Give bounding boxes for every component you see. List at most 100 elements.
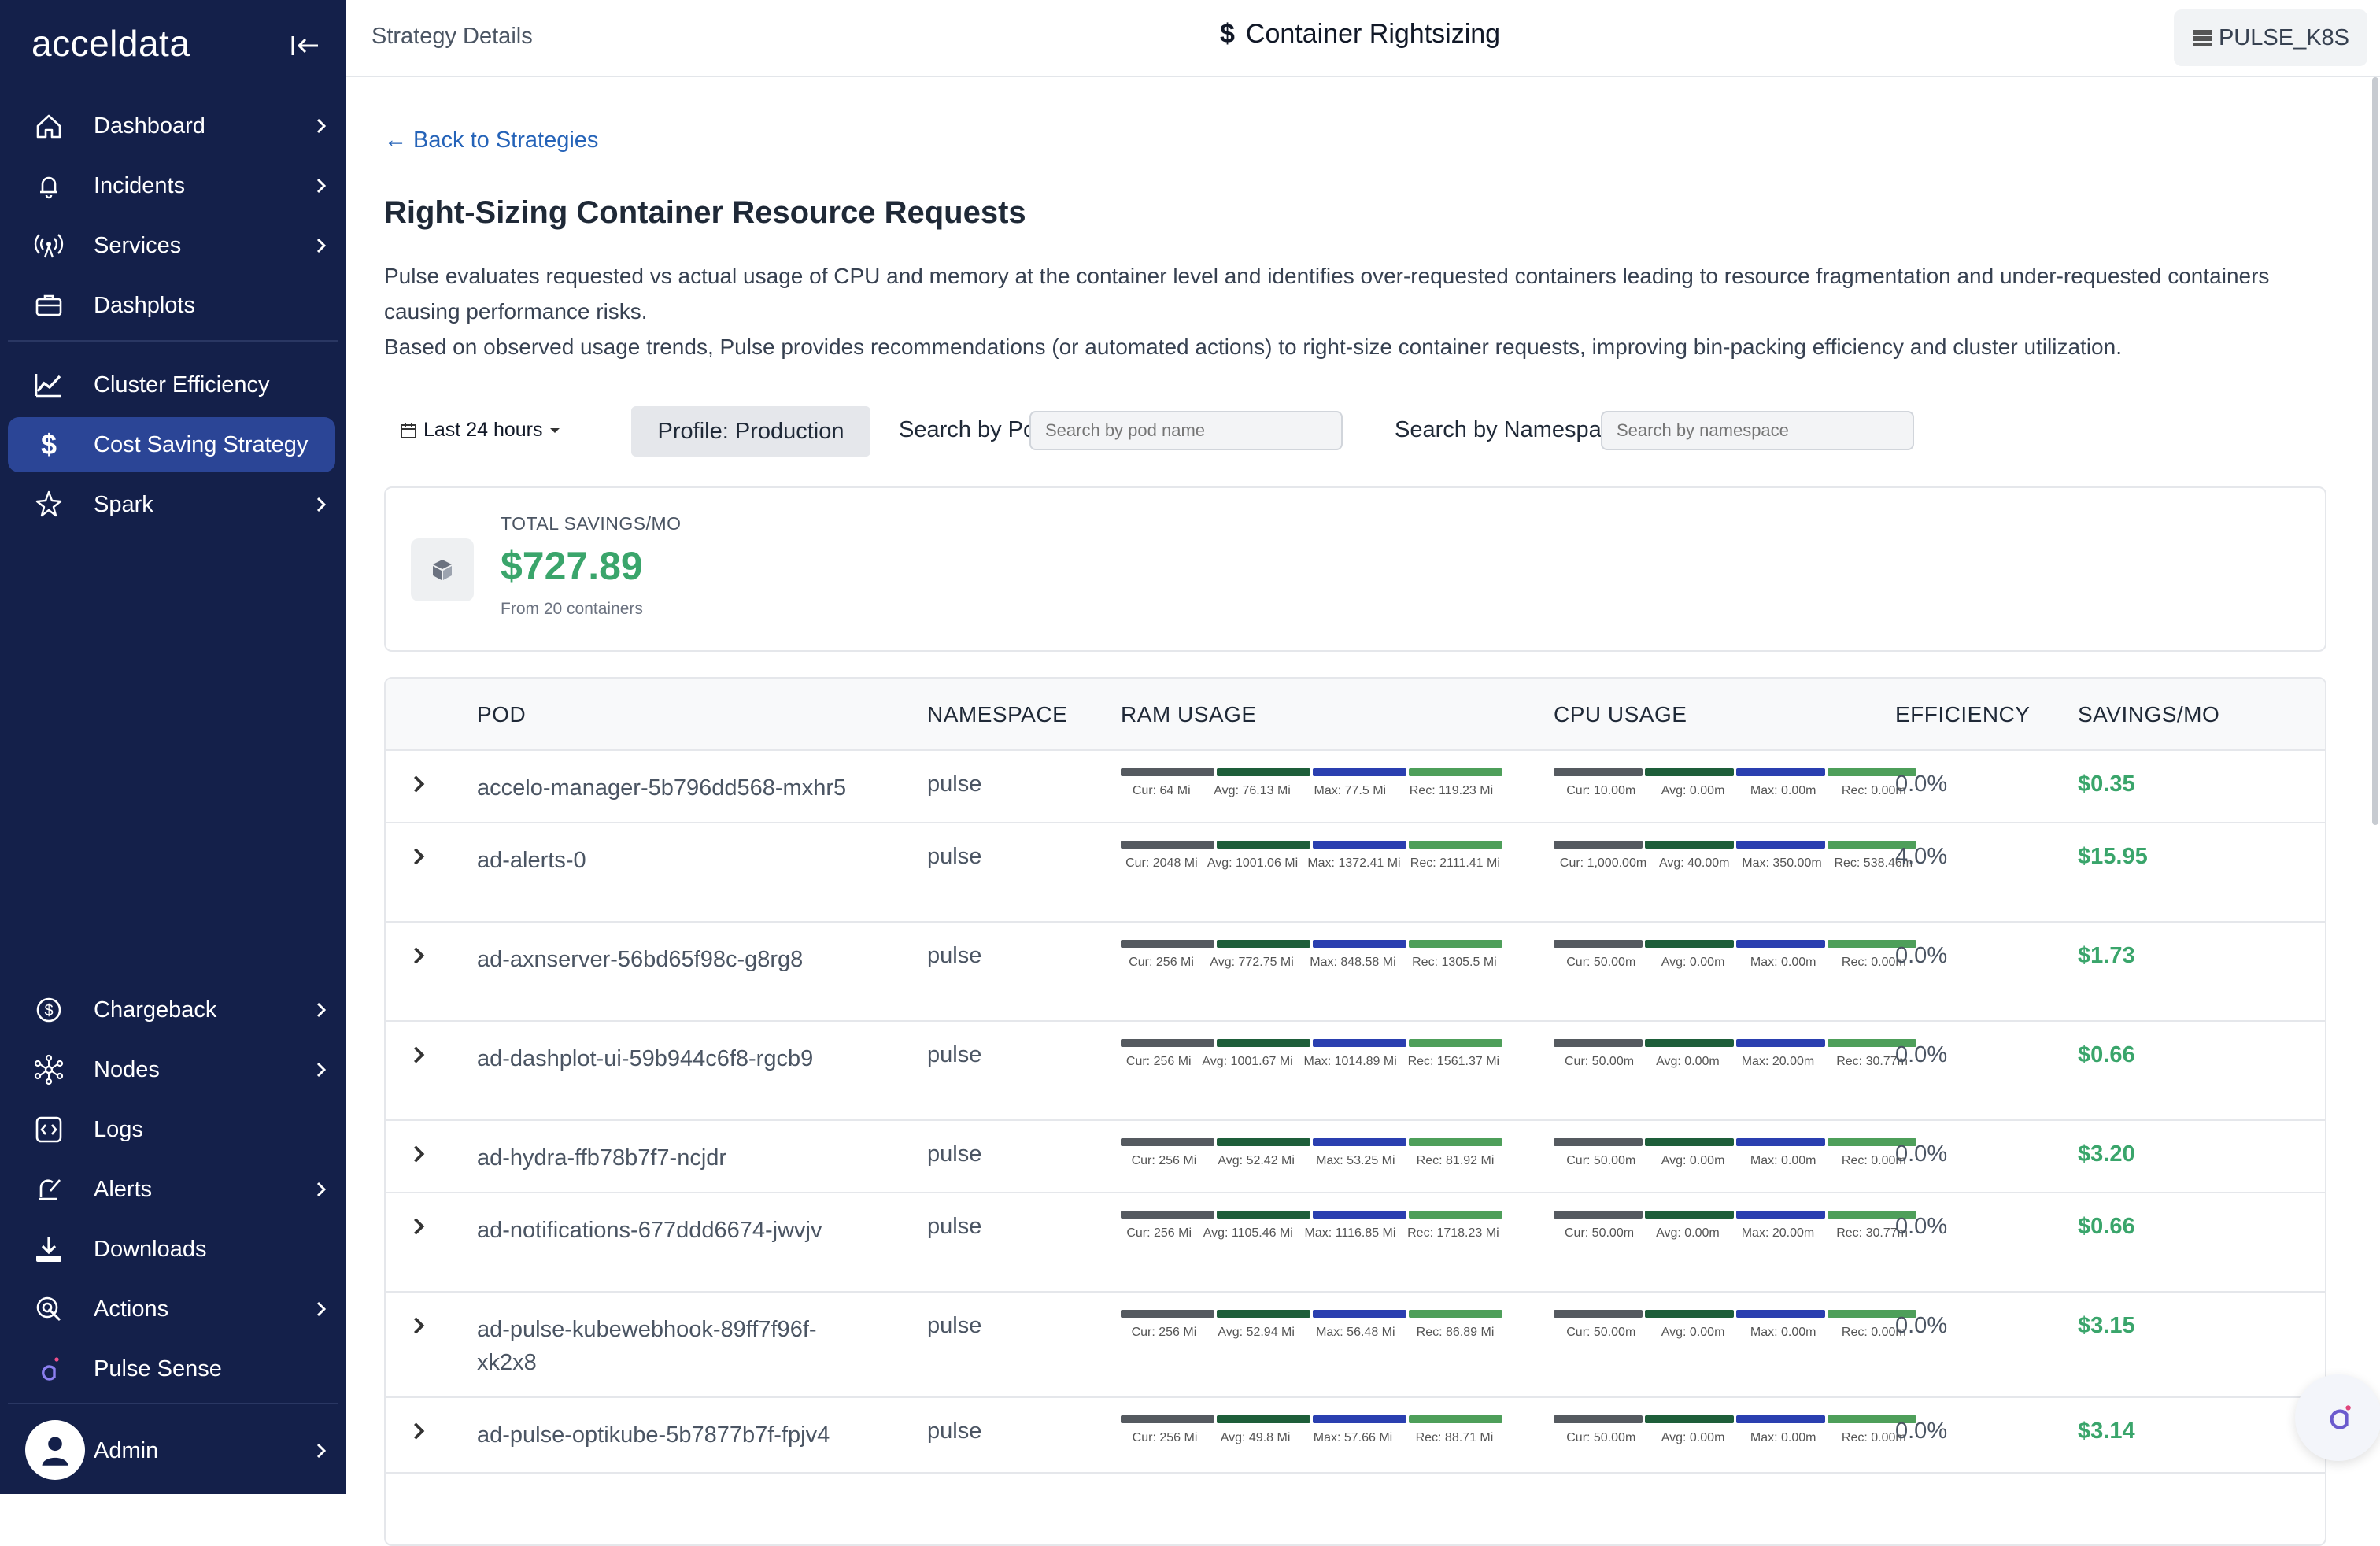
- sidebar-item-pulse-sense[interactable]: Pulse Sense: [8, 1341, 335, 1396]
- total-savings-value: $727.89: [501, 544, 643, 588]
- chevron-right-icon: [316, 497, 327, 512]
- namespace-cell: pulse: [927, 1214, 982, 1239]
- table-row[interactable]: ad-alerts-0 pulse Cur: 2048 Mi Avg: 1001.06…: [386, 822, 2325, 923]
- cpu-usage-bar: [1554, 768, 1916, 776]
- cpu-usage-labels: Cur: 10.00m Avg: 0.00m Max: 0.00m Rec: 0.00…: [1554, 784, 1919, 798]
- usage-bar-recommended: [1409, 1039, 1502, 1047]
- namespace-search-input[interactable]: [1601, 411, 1914, 450]
- usage-bar-max: [1736, 940, 1825, 948]
- bell-icon: [31, 168, 66, 203]
- table-row[interactable]: ad-dashplot-ui-59b944c6f8-rgcb9 pulse Cur:…: [386, 1020, 2325, 1121]
- usage-bar-current: [1554, 1310, 1643, 1318]
- sidebar-item-dashboard[interactable]: Dashboard: [8, 98, 335, 153]
- pod-name: ad-alerts-0: [477, 848, 586, 873]
- cpu-usage-bar: [1554, 1211, 1916, 1219]
- usage-label: Avg: 0.00m: [1661, 1431, 1725, 1444]
- sidebar-item-label: Actions: [94, 1296, 169, 1322]
- usage-bar-average: [1645, 1039, 1734, 1047]
- sidebar-item-cluster-efficiency[interactable]: Cluster Efficiency: [8, 357, 335, 412]
- back-to-strategies-link[interactable]: ← Back to Strategies: [384, 128, 598, 153]
- table-row[interactable]: ad-axnserver-56bd65f98c-g8rg8 pulse Cur: 2…: [386, 921, 2325, 1022]
- usage-bar-max: [1736, 1211, 1825, 1219]
- expand-row-chevron-icon[interactable]: [408, 1044, 430, 1066]
- ram-usage-labels: Cur: 64 Mi Avg: 76.13 Mi Max: 77.5 Mi Rec: …: [1121, 784, 1505, 798]
- efficiency-cell: 0.0%: [1895, 1042, 1948, 1067]
- expand-row-chevron-icon[interactable]: [408, 1420, 430, 1442]
- pulse-sense-assistant-button[interactable]: [2295, 1374, 2380, 1461]
- usage-label: Cur: 2048 Mi: [1125, 856, 1198, 870]
- sidebar-item-downloads[interactable]: Downloads: [8, 1222, 335, 1277]
- namespace-cell: pulse: [927, 1042, 982, 1067]
- usage-bar-current: [1554, 841, 1643, 849]
- usage-bar-max: [1736, 768, 1825, 776]
- sidebar-item-label: Cost Saving Strategy: [94, 431, 309, 457]
- breadcrumb[interactable]: Strategy Details: [371, 24, 533, 50]
- column-header[interactable]: RAM USAGE: [1121, 702, 1257, 727]
- cluster-selector[interactable]: PULSE_K8S: [2174, 9, 2367, 66]
- page-title-wrap: $ Container Rightsizing: [1220, 19, 1500, 50]
- acceldata-logo[interactable]: acceldata: [31, 22, 190, 65]
- sidebar-item-cost-saving-strategy[interactable]: $ Cost Saving Strategy: [8, 417, 335, 472]
- usage-bar-average: [1645, 1310, 1734, 1318]
- top-bar: Strategy Details $ Container Rightsizing…: [346, 0, 2380, 77]
- column-header[interactable]: NAMESPACE: [927, 702, 1067, 727]
- table-row[interactable]: ad-notifications-677ddd6674-jwvjv pulse Cu…: [386, 1192, 2325, 1293]
- usage-label: Rec: 2111.41 Mi: [1410, 856, 1500, 870]
- ram-usage-labels: Cur: 256 Mi Avg: 1105.46 Mi Max: 1116.85 M…: [1121, 1226, 1505, 1241]
- expand-row-chevron-icon[interactable]: [408, 1143, 430, 1165]
- date-range-dropdown[interactable]: Last 24 hours: [400, 419, 560, 442]
- ram-usage-bar: [1121, 1138, 1502, 1146]
- sidebar-item-spark[interactable]: Spark: [8, 477, 335, 532]
- sidebar-item-chargeback[interactable]: $ Chargeback: [8, 982, 335, 1037]
- usage-bar-current: [1554, 940, 1643, 948]
- usage-label: Cur: 256 Mi: [1125, 1055, 1192, 1068]
- usage-bar-max: [1313, 768, 1406, 776]
- pod-search-input[interactable]: [1029, 411, 1343, 450]
- sidebar-item-incidents[interactable]: Incidents: [8, 158, 335, 213]
- sidebar-item-nodes[interactable]: Nodes: [8, 1042, 335, 1097]
- column-header[interactable]: POD: [477, 702, 526, 727]
- column-header[interactable]: EFFICIENCY: [1895, 702, 2030, 727]
- sidebar-item-alerts[interactable]: Alerts: [8, 1162, 335, 1217]
- description-line: Based on observed usage trends, Pulse pr…: [384, 335, 2122, 359]
- profile-button[interactable]: Profile: Production: [631, 406, 870, 457]
- usage-label: Avg: 52.42 Mi: [1218, 1154, 1295, 1167]
- table-row[interactable]: ad-hydra-ffb78b7f7-ncjdr pulse Cur: 256 Mi…: [386, 1119, 2325, 1193]
- svg-text:$: $: [44, 1002, 53, 1019]
- usage-label: Max: 1372.41 Mi: [1307, 856, 1401, 870]
- sidebar-item-logs[interactable]: Logs: [8, 1102, 335, 1157]
- usage-bar-current: [1554, 768, 1643, 776]
- expand-row-chevron-icon[interactable]: [408, 773, 430, 795]
- expand-row-chevron-icon[interactable]: [408, 945, 430, 967]
- table-row[interactable]: ad-pulse-kubewebhook-89ff7f96f-xk2x8 puls…: [386, 1291, 2325, 1398]
- usage-bar-max: [1313, 1310, 1406, 1318]
- table-row[interactable]: accelo-manager-5b796dd568-mxhr5 pulse Cur:…: [386, 749, 2325, 823]
- column-header[interactable]: CPU USAGE: [1554, 702, 1687, 727]
- chevron-right-icon: [316, 1301, 327, 1317]
- collapse-sidebar-icon[interactable]: [290, 31, 321, 60]
- efficiency-cell: 4.0%: [1895, 844, 1948, 869]
- alert-icon: [31, 1172, 66, 1207]
- table-row[interactable]: ad-pulse-optikube-5b7877b7f-fpjv4 pulse Cu…: [386, 1396, 2325, 1474]
- usage-bar-current: [1121, 940, 1214, 948]
- admin-menu[interactable]: Admin: [8, 1420, 335, 1480]
- usage-bar-max: [1313, 1039, 1406, 1047]
- sidebar-item-actions[interactable]: Actions: [8, 1282, 335, 1337]
- expand-row-chevron-icon[interactable]: [408, 1215, 430, 1237]
- usage-label: Cur: 256 Mi: [1126, 1226, 1192, 1240]
- efficiency-cell: 0.0%: [1895, 943, 1948, 968]
- sidebar-item-label: Incidents: [94, 172, 186, 198]
- usage-label: Avg: 0.00m: [1661, 956, 1725, 969]
- sidebar-item-dashplots[interactable]: Dashplots: [8, 278, 335, 333]
- ram-usage-bar: [1121, 1211, 1502, 1219]
- usage-label: Avg: 40.00m: [1658, 856, 1730, 870]
- sidebar-item-services[interactable]: Services: [8, 218, 335, 273]
- usage-bar-max: [1313, 1415, 1406, 1423]
- page-title: Container Rightsizing: [1245, 19, 1501, 49]
- usage-bar-average: [1645, 940, 1734, 948]
- expand-row-chevron-icon[interactable]: [408, 845, 430, 867]
- expand-row-chevron-icon[interactable]: [408, 1315, 430, 1337]
- column-header[interactable]: SAVINGS/MO: [2078, 702, 2219, 727]
- sidebar-item-label: Chargeback: [94, 997, 217, 1023]
- savings-cell: $1.73: [2078, 943, 2135, 968]
